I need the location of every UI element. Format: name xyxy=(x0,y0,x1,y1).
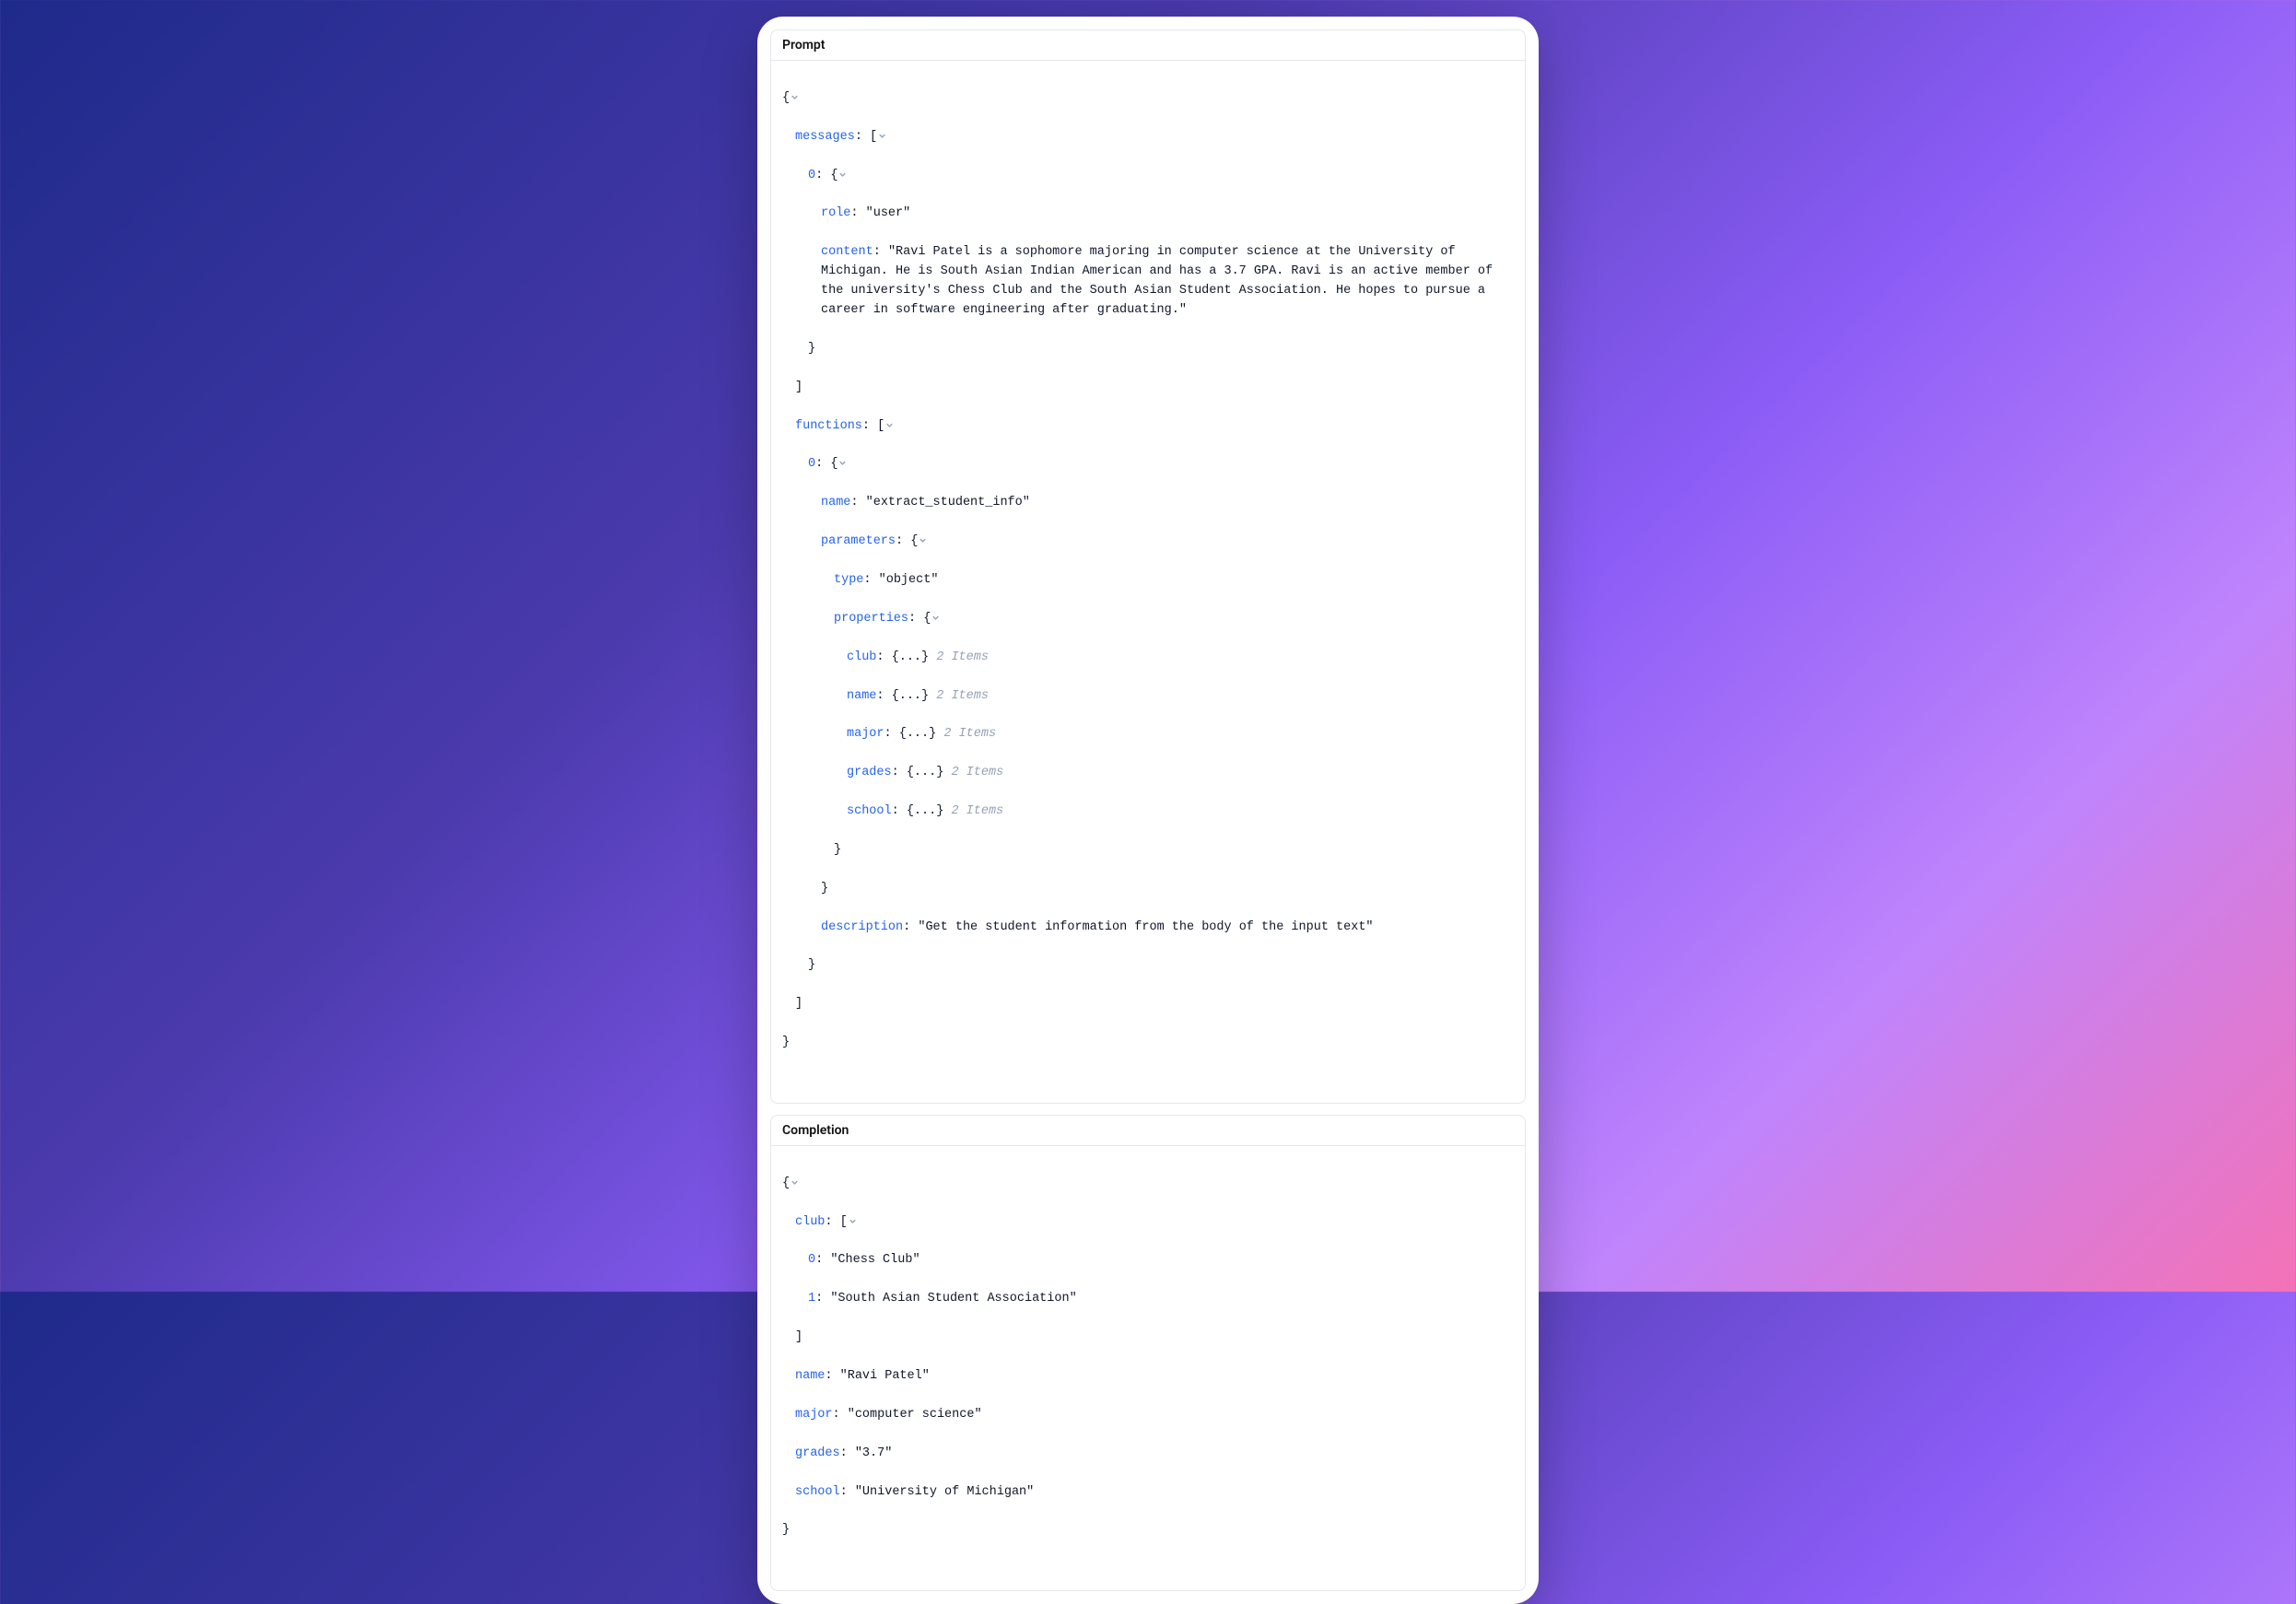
prop-name: name xyxy=(847,689,876,703)
prop-school: school xyxy=(847,804,892,818)
key-messages: messages xyxy=(795,130,855,144)
key-school: school xyxy=(795,1485,840,1499)
key-index: 0 xyxy=(808,169,815,182)
expand-toggle[interactable] xyxy=(877,130,887,144)
items-count: 2 Items xyxy=(951,804,1003,818)
items-count: 2 Items xyxy=(951,766,1003,779)
key-type: type xyxy=(834,573,863,587)
key-index: 0 xyxy=(808,457,815,471)
collapsed-object[interactable]: {...} xyxy=(907,766,944,779)
items-count: 2 Items xyxy=(943,727,996,741)
expand-toggle[interactable] xyxy=(848,1215,858,1229)
collapsed-object[interactable]: {...} xyxy=(907,804,944,818)
prompt-body: { messages: [ 0: { role: "user" content:… xyxy=(771,61,1525,1103)
value-content: "Ravi Patel is a sophomore majoring in c… xyxy=(821,245,1500,317)
value-club-1: "South Asian Student Association" xyxy=(830,1292,1076,1305)
completion-title: Completion xyxy=(782,1123,849,1138)
value-fn-name: "extract_student_info" xyxy=(866,496,1030,509)
items-count: 2 Items xyxy=(936,689,989,703)
prop-major: major xyxy=(847,727,884,741)
main-card: Prompt { messages: [ 0: { role: "user" c… xyxy=(757,17,1539,1604)
collapsed-object[interactable]: {...} xyxy=(892,689,930,703)
expand-toggle[interactable] xyxy=(918,534,928,548)
items-count: 2 Items xyxy=(936,650,989,664)
key-index: 1 xyxy=(808,1292,815,1305)
expand-toggle[interactable] xyxy=(838,169,848,182)
value-school: "University of Michigan" xyxy=(855,1485,1034,1499)
key-description: description xyxy=(821,920,903,934)
key-content: content xyxy=(821,245,873,259)
prompt-header: Prompt xyxy=(771,30,1525,61)
value-name: "Ravi Patel" xyxy=(840,1369,930,1383)
key-properties: properties xyxy=(834,612,908,626)
prop-club: club xyxy=(847,650,876,664)
value-role: "user" xyxy=(866,206,911,220)
value-type: "object" xyxy=(879,573,939,587)
key-functions: functions xyxy=(795,419,862,433)
prompt-section: Prompt { messages: [ 0: { role: "user" c… xyxy=(770,29,1526,1104)
expand-toggle[interactable] xyxy=(838,457,848,471)
brace-open: { xyxy=(782,91,790,105)
key-name: name xyxy=(795,1369,825,1383)
key-grades: grades xyxy=(795,1446,840,1460)
collapsed-object[interactable]: {...} xyxy=(899,727,937,741)
key-major: major xyxy=(795,1408,833,1422)
expand-toggle[interactable] xyxy=(931,612,941,626)
completion-section: Completion { club: [ 0: "Chess Club" 1: … xyxy=(770,1115,1526,1591)
prompt-title: Prompt xyxy=(782,38,826,53)
value-description: "Get the student information from the bo… xyxy=(918,920,1373,934)
collapsed-object[interactable]: {...} xyxy=(892,650,930,664)
expand-toggle[interactable] xyxy=(790,91,800,105)
key-index: 0 xyxy=(808,1253,815,1267)
prop-grades: grades xyxy=(847,766,892,779)
expand-toggle[interactable] xyxy=(884,419,895,433)
key-name: name xyxy=(821,496,850,509)
value-grades: "3.7" xyxy=(855,1446,893,1460)
completion-body: { club: [ 0: "Chess Club" 1: "South Asia… xyxy=(771,1146,1525,1590)
key-role: role xyxy=(821,206,850,220)
key-club: club xyxy=(795,1215,825,1229)
value-major: "computer science" xyxy=(848,1408,982,1422)
key-parameters: parameters xyxy=(821,534,896,548)
value-club-0: "Chess Club" xyxy=(830,1253,920,1267)
expand-toggle[interactable] xyxy=(790,1177,800,1190)
completion-header: Completion xyxy=(771,1116,1525,1146)
